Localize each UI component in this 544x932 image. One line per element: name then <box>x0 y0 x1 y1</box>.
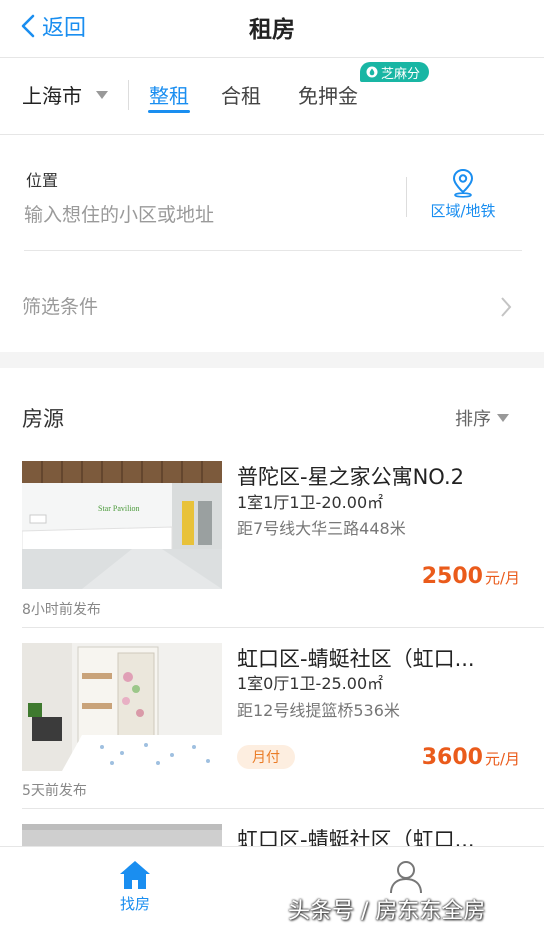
city-label: 上海市 <box>22 84 82 108</box>
nav-profile[interactable] <box>366 859 446 895</box>
price-unit: 元/月 <box>484 750 520 768</box>
top-bar: 返回 租房 <box>0 0 544 52</box>
watermark: 头条号 / 房东东全房 <box>288 899 486 924</box>
listings-title: 房源 <box>22 407 64 431</box>
active-tab-indicator <box>148 110 190 113</box>
location-label: 位置 <box>26 171 59 190</box>
listing-photo-partial <box>22 824 222 846</box>
badge-label: 芝麻分 <box>381 66 421 82</box>
listing-posted-time: 8小时前发布 <box>22 602 101 618</box>
tab-whole-rent[interactable]: 整租 <box>149 80 189 109</box>
listing-title[interactable]: 虹口区-蜻蜓社区（虹口... <box>237 643 475 673</box>
apartment-lobby-photo: Star Pavilion <box>22 461 222 589</box>
divider <box>128 80 129 110</box>
sesame-credit-badge: 芝麻分 <box>360 62 430 82</box>
listing-distance: 距12号线提篮桥536米 <box>237 701 400 720</box>
listing-price: 2500 元/月 <box>422 564 520 589</box>
tab-shared-rent[interactable]: 合租 <box>221 80 261 109</box>
listing-price: 3600 元/月 <box>422 745 520 770</box>
city-selector[interactable]: 上海市 <box>22 80 108 109</box>
section-gap <box>0 352 544 368</box>
tab-no-deposit[interactable]: 免押金 <box>298 80 358 109</box>
divider <box>22 808 544 809</box>
caret-down-icon <box>96 90 108 99</box>
sort-label: 排序 <box>455 409 491 430</box>
listing-photo[interactable] <box>22 824 222 846</box>
listing-spec: 1室1厅1卫-20.00㎡ <box>237 493 384 512</box>
filter-conditions-row[interactable]: 筛选条件 <box>22 292 98 319</box>
listing-photo[interactable]: Star Pavilion <box>22 461 222 589</box>
location-pin-icon <box>452 168 474 198</box>
price-value: 2500 <box>421 564 483 589</box>
listing-posted-time: 5天前发布 <box>22 783 87 799</box>
divider <box>0 57 544 58</box>
caret-down-icon <box>497 414 509 422</box>
divider <box>24 250 522 251</box>
lobby-sign: Star Pavilion <box>98 504 140 513</box>
chevron-right-icon <box>501 297 512 317</box>
nav-find-house[interactable]: 找房 <box>95 859 175 914</box>
nav-find-house-label: 找房 <box>119 895 150 913</box>
area-subway-button[interactable]: 区域/地铁 <box>422 168 504 221</box>
payment-tag: 月付 <box>237 745 295 769</box>
price-unit: 元/月 <box>484 569 520 587</box>
divider <box>22 627 544 628</box>
page-title: 租房 <box>249 17 295 43</box>
divider <box>406 177 407 217</box>
listing-photo[interactable] <box>22 643 222 771</box>
price-value: 3600 <box>421 745 483 770</box>
area-subway-label: 区域/地铁 <box>430 202 496 220</box>
home-icon <box>120 861 150 889</box>
listing-spec: 1室0厅1卫-25.00㎡ <box>237 674 384 693</box>
divider <box>0 134 544 135</box>
sort-button[interactable]: 排序 <box>455 405 509 431</box>
user-icon <box>390 861 422 894</box>
location-search-input[interactable]: 输入想住的小区或地址 <box>24 200 384 227</box>
credit-drop-icon <box>366 66 378 78</box>
listing-distance: 距7号线大华三路448米 <box>237 519 406 538</box>
bedroom-photo <box>22 643 222 771</box>
listing-title[interactable]: 虹口区-蜻蜓社区（虹口... <box>237 824 475 846</box>
listing-title[interactable]: 普陀区-星之家公寓NO.2 <box>237 461 464 491</box>
